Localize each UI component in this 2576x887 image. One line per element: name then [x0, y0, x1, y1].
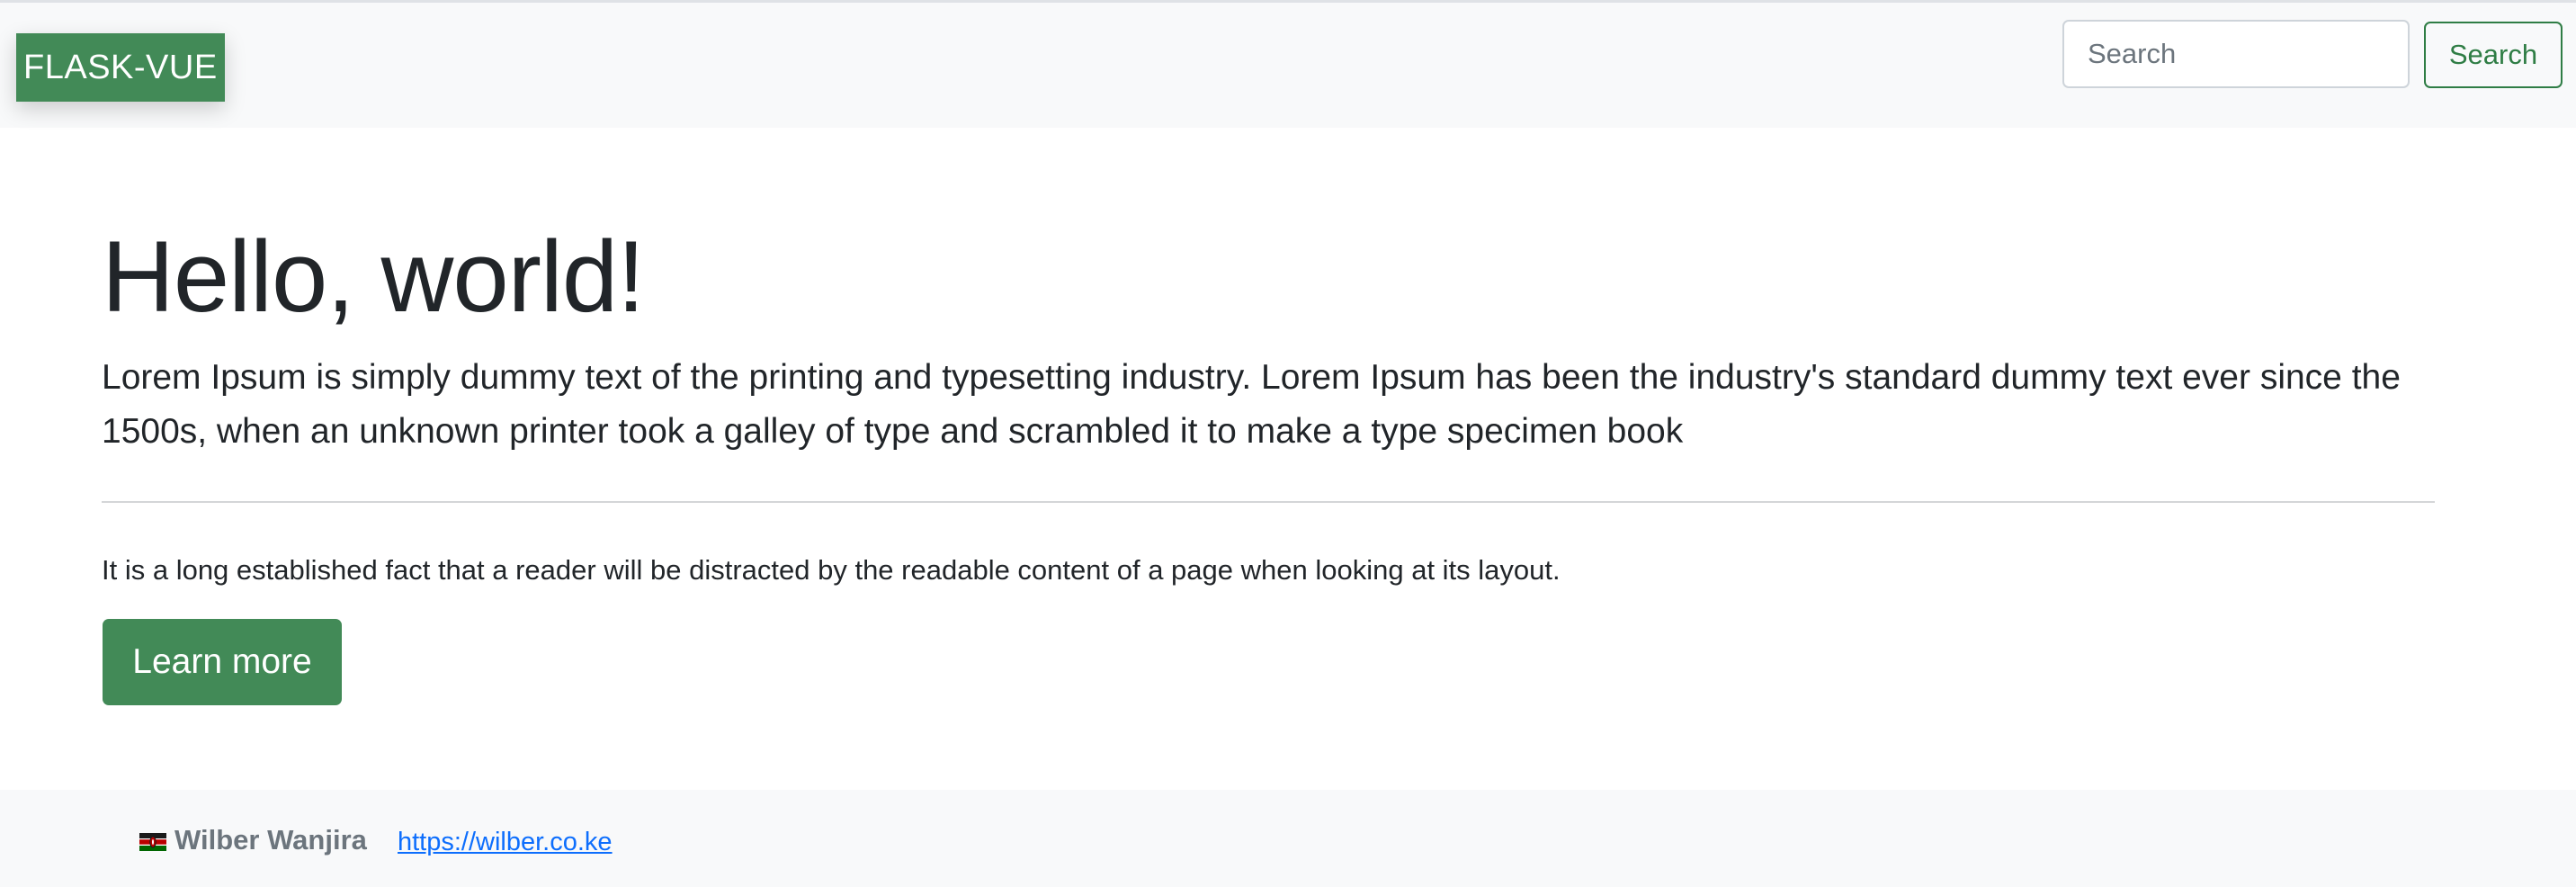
search-button[interactable]: Search [2424, 22, 2563, 88]
search-input[interactable] [2062, 20, 2410, 88]
kenya-flag-icon [139, 833, 166, 851]
footer: Wilber Wanjira https://wilber.co.ke [0, 790, 2576, 887]
lead-paragraph: Lorem Ipsum is simply dummy text of the … [102, 358, 2401, 451]
learn-more-button[interactable]: Learn more [103, 619, 342, 705]
author-name: Wilber Wanjira [174, 824, 367, 856]
page-title: Hello, world! [102, 220, 645, 333]
brand-logo[interactable]: FLASK-VUE [16, 33, 225, 102]
author-website-link[interactable]: https://wilber.co.ke [398, 824, 613, 860]
page: FLASK-VUE Search Hello, world! Lorem Ips… [0, 0, 2576, 887]
divider [102, 501, 2435, 503]
navbar: FLASK-VUE Search [0, 0, 2576, 128]
body-paragraph: It is a long established fact that a rea… [102, 554, 1561, 586]
